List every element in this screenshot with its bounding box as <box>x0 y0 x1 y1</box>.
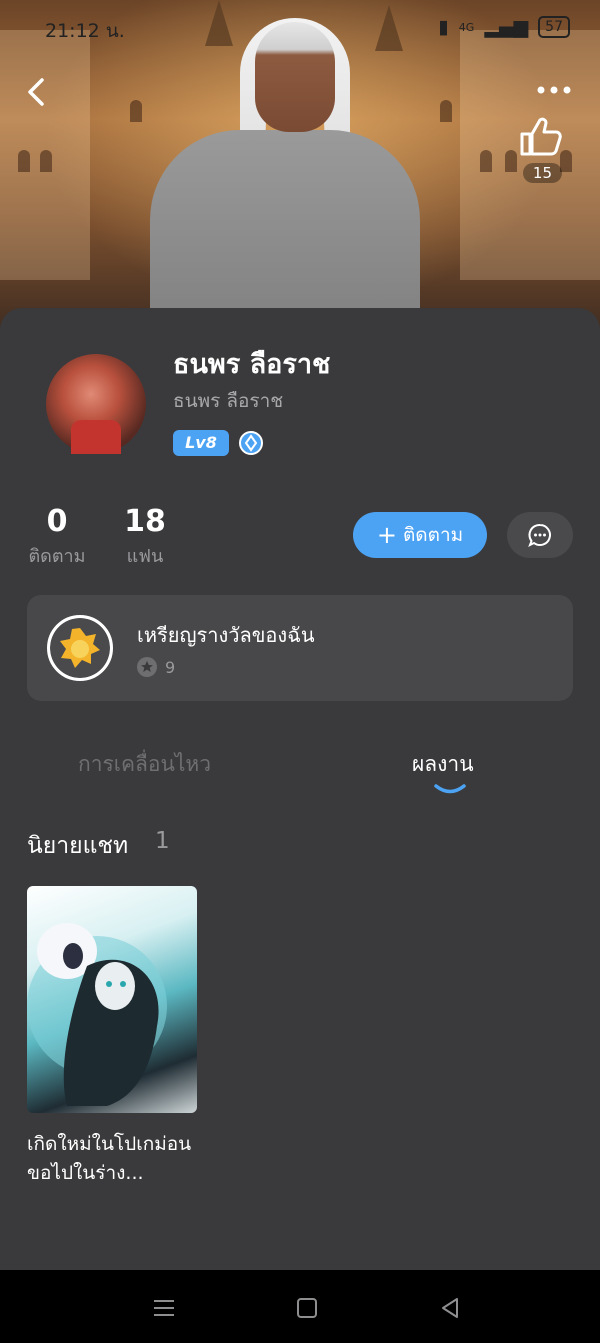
back-triangle-icon[interactable] <box>436 1294 464 1322</box>
medal-icon <box>47 615 113 681</box>
window <box>440 100 452 122</box>
level-badge[interactable]: Lv8 <box>173 430 229 456</box>
system-nav-bar <box>0 1270 600 1343</box>
tab-works[interactable]: ผลงาน <box>412 748 474 781</box>
profile-name: ธนพร ลือราช <box>173 349 331 380</box>
medals-title: เหรียญรางวัลของฉัน <box>137 623 315 647</box>
book-cover[interactable] <box>27 886 197 1113</box>
profile-card: ธนพร ลือราช ธนพร ลือราช Lv8 0 ติดตาม 18 … <box>0 308 600 1270</box>
avatar[interactable] <box>46 354 146 454</box>
status-icons: ▮ 4G ▂▄▆ 57 <box>438 16 570 38</box>
home-square-icon[interactable] <box>293 1294 321 1322</box>
window <box>18 150 30 172</box>
book-cover-art <box>27 923 167 1106</box>
medals-card[interactable]: เหรียญรางวัลของฉัน 9 <box>27 595 573 701</box>
plus-icon: + <box>376 521 397 549</box>
status-bar: 21:12 น. ▮ 4G ▂▄▆ 57 <box>45 14 570 42</box>
star-badge-icon <box>137 657 157 677</box>
battery-icon: 57 <box>538 16 570 38</box>
section-count: 1 <box>155 828 170 854</box>
menu-icon[interactable] <box>150 1294 178 1322</box>
more-options-button[interactable] <box>536 82 572 98</box>
tab-activity[interactable]: การเคลื่อนไหว <box>78 748 211 781</box>
tab-active-indicator <box>434 784 466 794</box>
more-dots-icon <box>537 86 571 94</box>
medal-count-row: 9 <box>137 657 175 677</box>
network-label: 4G <box>458 20 475 34</box>
window <box>130 100 142 122</box>
avatar-shirt <box>71 420 121 454</box>
diamond-badge-icon[interactable] <box>239 431 263 455</box>
fans-stat[interactable]: 18 แฟน <box>122 504 168 570</box>
back-button[interactable] <box>22 74 54 110</box>
signal-icon: ▂▄▆ <box>484 16 529 38</box>
thumbs-up-icon <box>520 117 562 156</box>
window <box>40 150 52 172</box>
medal-count: 9 <box>165 657 176 677</box>
like-count: 15 <box>522 163 562 183</box>
nfc-icon: ▮ <box>438 16 449 38</box>
chat-bubble-icon <box>528 524 551 548</box>
following-label: ติดตาม <box>28 546 86 567</box>
diamond-icon <box>244 434 258 452</box>
follow-button-label: ติดตาม <box>402 524 464 546</box>
section-title: นิยายแชท <box>27 833 129 859</box>
following-stat[interactable]: 0 ติดตาม <box>27 504 87 570</box>
message-button[interactable] <box>507 512 573 558</box>
fans-count: 18 <box>124 504 166 539</box>
like-button[interactable] <box>516 112 564 160</box>
window <box>480 150 492 172</box>
profile-username: ธนพร ลือราช <box>173 390 284 412</box>
follow-button[interactable]: + ติดตาม <box>353 512 487 558</box>
fans-label: แฟน <box>126 546 164 567</box>
book-title[interactable]: เกิดใหม่ในโปเกม่อนขอไปในร่าง... <box>27 1130 207 1188</box>
following-count: 0 <box>46 504 68 539</box>
cover-image <box>0 0 600 340</box>
status-time: 21:12 น. <box>45 20 125 42</box>
chevron-left-icon <box>28 78 44 106</box>
